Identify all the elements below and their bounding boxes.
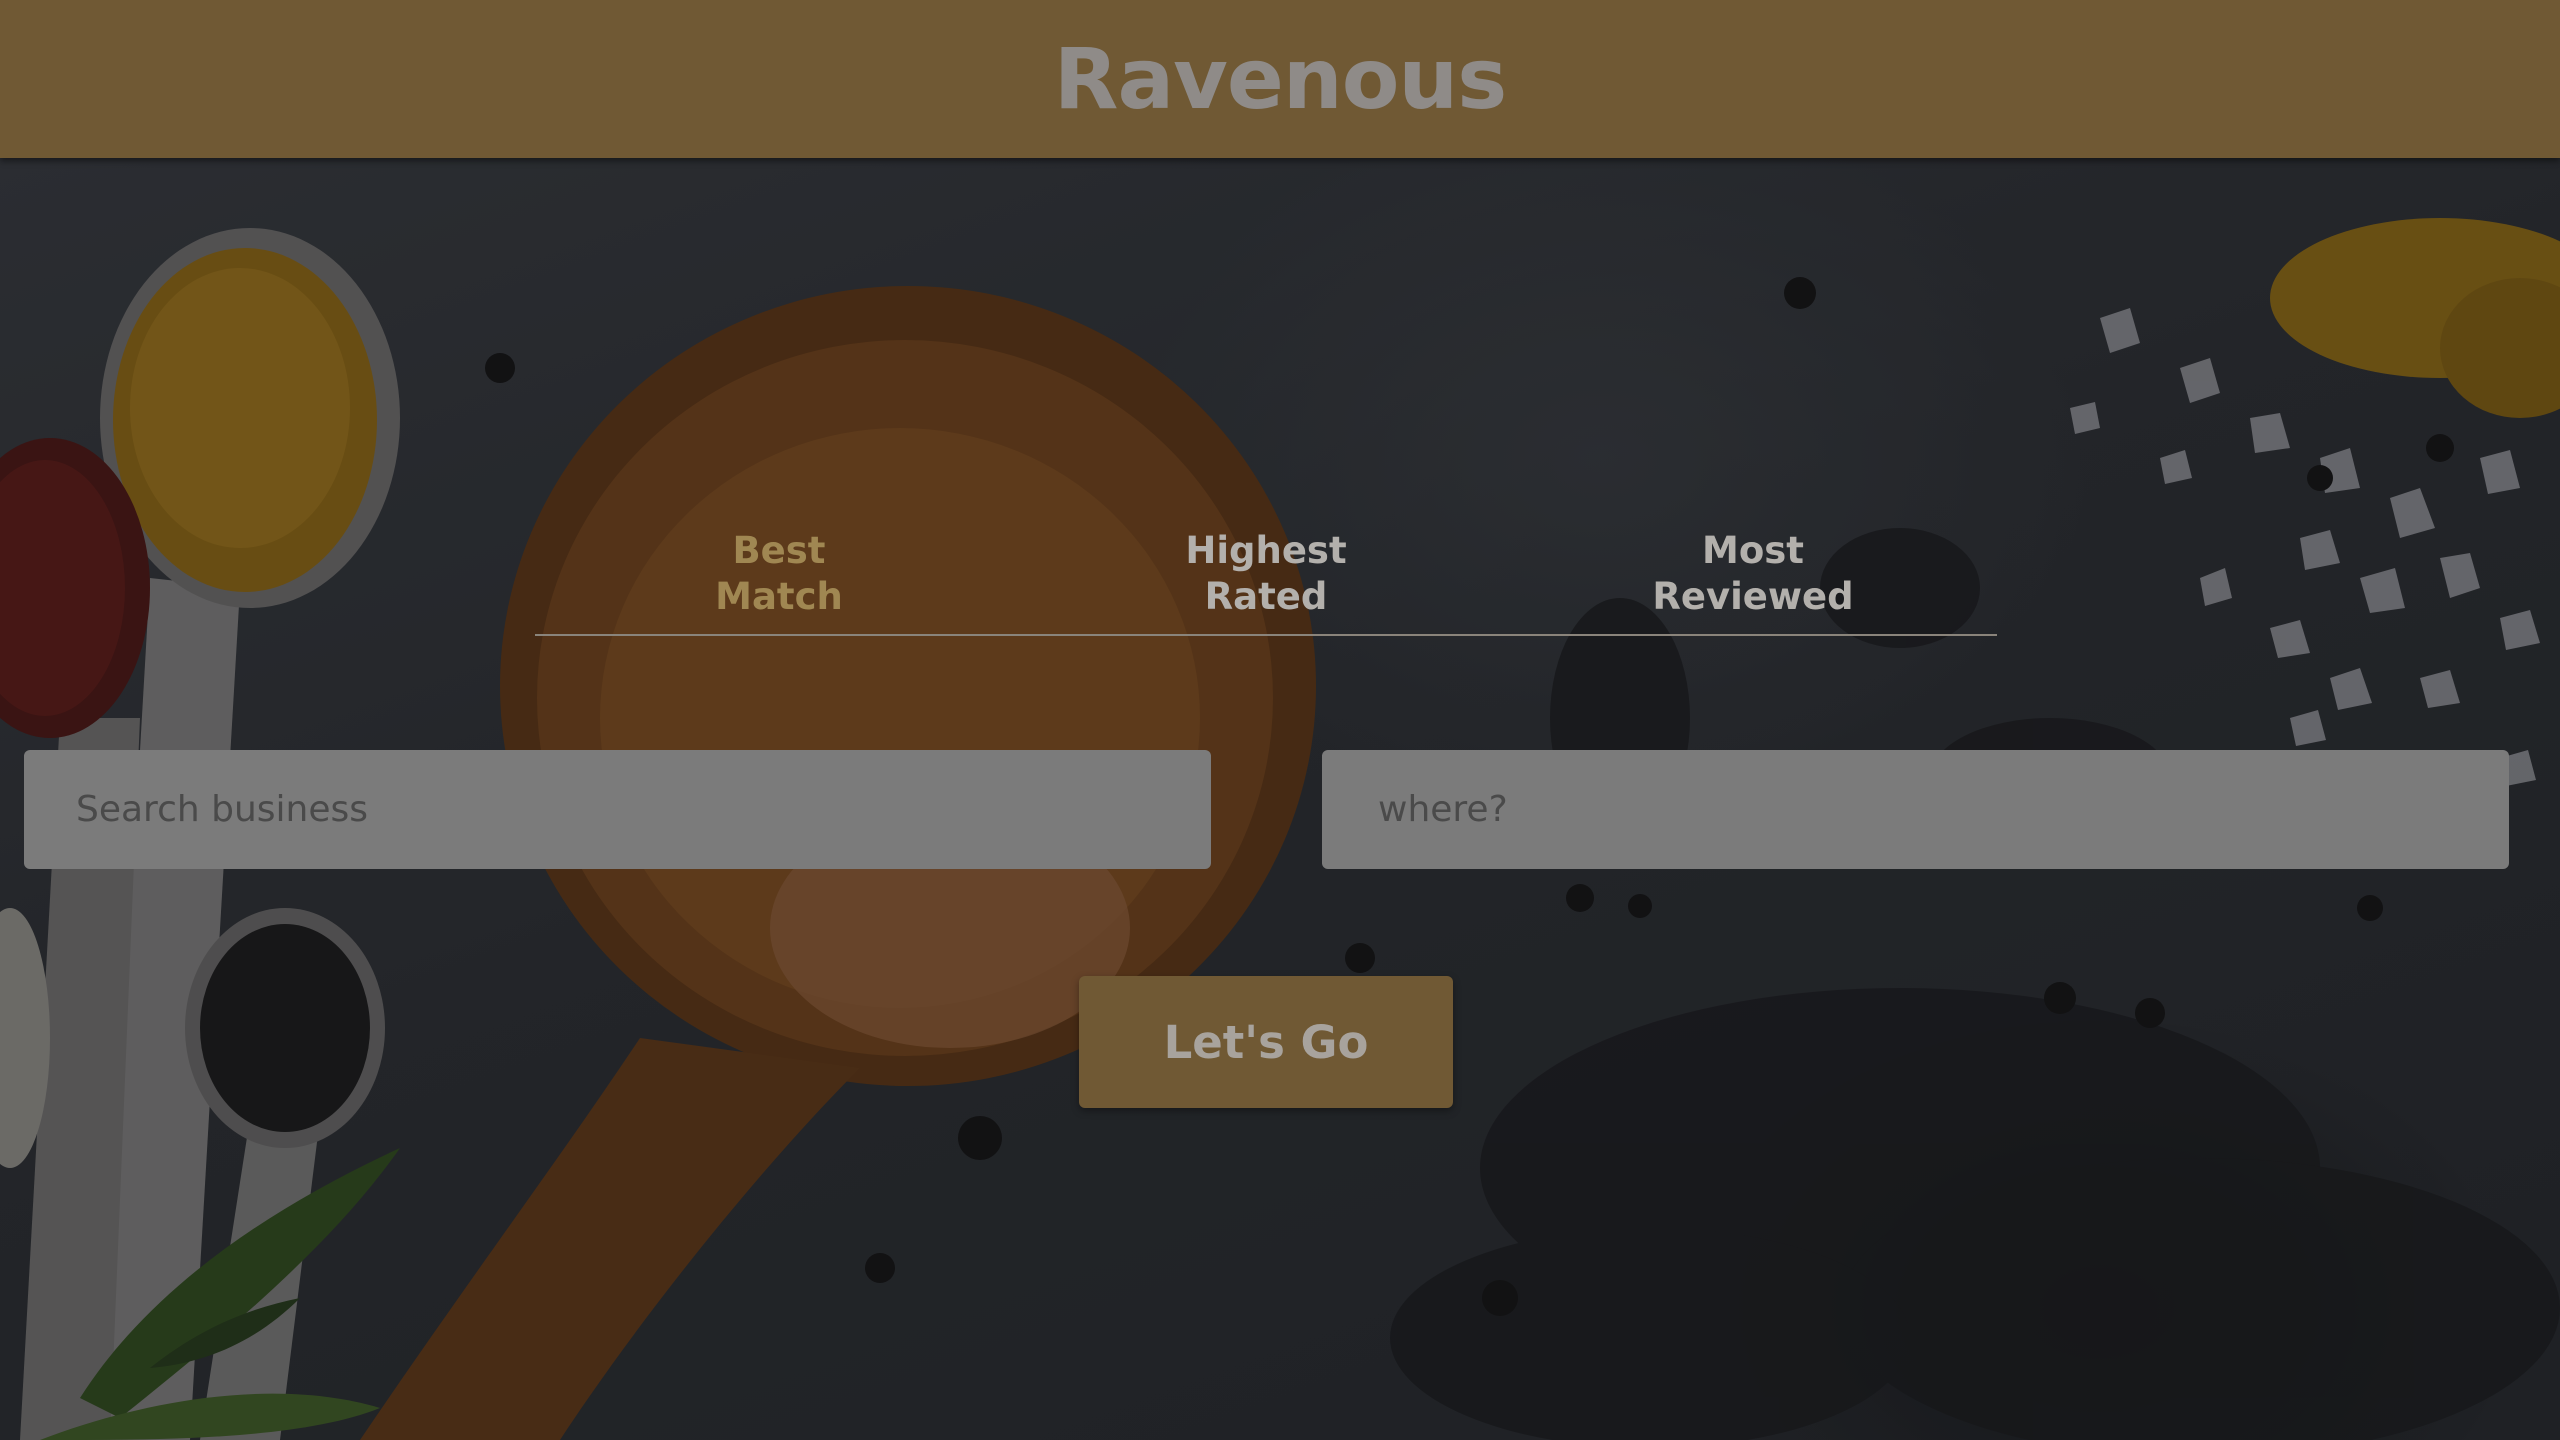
sort-option-label-line2: Match [715,575,843,618]
sort-option-label-line1: Most [1702,529,1804,572]
sort-option-most-reviewed[interactable]: Most Reviewed [1623,528,1883,620]
app-title: Ravenous [1053,30,1507,128]
sort-option-highest-rated[interactable]: Highest Rated [1136,528,1396,620]
sort-option-label-line2: Rated [1204,575,1328,618]
sort-option-label-line2: Reviewed [1652,575,1854,618]
sort-option-label-line1: Best [732,529,826,572]
sort-options: Best Match Highest Rated Most Reviewed [535,368,1997,636]
lets-go-button[interactable]: Let's Go [1079,976,1453,1108]
app-header: Ravenous [0,0,2560,158]
search-business-input[interactable] [24,750,1211,869]
sort-option-best-match[interactable]: Best Match [649,528,909,620]
search-location-input[interactable] [1322,750,2509,869]
sort-option-label-line1: Highest [1185,529,1347,572]
